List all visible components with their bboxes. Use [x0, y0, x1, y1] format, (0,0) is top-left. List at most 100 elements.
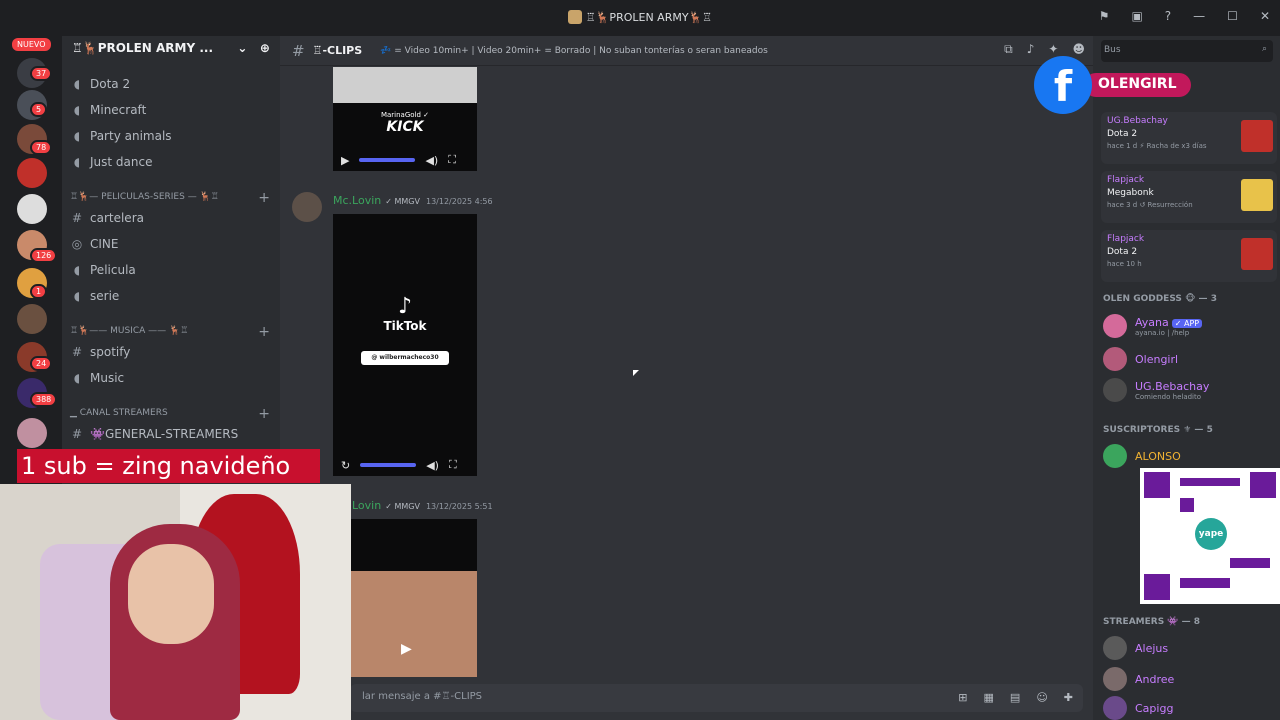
activity-card[interactable]: Flapjack Megabonk hace 3 d ↺ Resurrecció… — [1101, 171, 1277, 223]
mouse-cursor — [633, 370, 639, 376]
guild-header[interactable]: ♖🦌PROLEN ARMY ... ⌄ ⊕ — [62, 36, 280, 62]
message-input[interactable]: lar mensaje a #♖-CLIPS ⊞ ▦ ▤ ☺ ✚ — [350, 684, 1083, 712]
avatar — [1103, 636, 1127, 660]
video-attachment[interactable]: MarinaGold ✓ KICK ▶ ◀) ⛶ — [333, 67, 477, 171]
activity-card[interactable]: Flapjack Dota 2 hace 10 h — [1101, 230, 1277, 282]
chat-area: # ♖-CLIPS 💤 = Video 10min+ | Video 20min… — [280, 36, 1093, 720]
member-item[interactable]: Capigg — [1103, 696, 1173, 720]
qr-finder — [1144, 574, 1170, 600]
server-icon — [567, 10, 582, 24]
pin-icon[interactable]: ✦ — [1048, 42, 1058, 57]
member-item[interactable]: Ayana ✓ APP ayana.io | /help — [1103, 314, 1203, 338]
volume-bar[interactable] — [360, 463, 417, 467]
video-thumbnail — [333, 67, 477, 103]
category-musica[interactable]: ♖🦌—— MUSICA —— 🦌♖ + — [70, 324, 270, 340]
channel-topic[interactable]: 💤 = Video 10min+ | Video 20min+ = Borrad… — [380, 46, 768, 56]
member-list: Bus ⌕ UG.Bebachay Dota 2 hace 1 d ⚡ Racha… — [1093, 36, 1280, 720]
kick-logo: KICK — [386, 119, 424, 135]
channel-cine[interactable]: ◎ CINE — [70, 237, 119, 251]
emoji-icon[interactable]: ☺ — [1036, 691, 1047, 704]
channel-spotify[interactable]: # spotify — [70, 345, 130, 359]
channel-music[interactable]: ◖ Music — [70, 371, 124, 385]
channel-general-streamers[interactable]: # 👾GENERAL-STREAMERS — [70, 427, 238, 441]
fullscreen-icon[interactable]: ⛶ — [448, 153, 456, 167]
tiktok-icon: ♪ — [397, 294, 413, 319]
unread-badge: 388 — [30, 392, 58, 407]
category-peliculas[interactable]: ♖🦌— PELICULAS-SERIES — 🦌♖ + — [70, 190, 270, 206]
volume-bar[interactable] — [359, 158, 416, 162]
add-channel-icon[interactable]: + — [258, 190, 270, 206]
qr-finder — [1144, 472, 1170, 498]
window-title: ♖🦌PROLEN ARMY🦌♖ — [0, 10, 1280, 24]
add-channel-icon[interactable]: + — [258, 324, 270, 340]
avatar[interactable] — [292, 192, 322, 222]
author-name[interactable]: Mc.Lovin — [333, 194, 381, 207]
help-icon[interactable]: ? — [1165, 9, 1171, 23]
channel-header: # ♖-CLIPS 💤 = Video 10min+ | Video 20min… — [280, 36, 1093, 66]
unread-badge: 78 — [30, 140, 53, 155]
video-attachment[interactable]: ▶ — [351, 519, 477, 677]
activity-card[interactable]: UG.Bebachay Dota 2 hace 1 d ⚡ Racha de x… — [1101, 112, 1277, 164]
video-attachment[interactable]: ♪ TikTok @ wilbermacheco30 ↻ ◀) ⛶ — [333, 214, 477, 476]
new-badge: NUEVO — [12, 38, 51, 51]
member-item[interactable]: Andree — [1103, 667, 1174, 691]
close-button[interactable]: ✕ — [1260, 9, 1270, 23]
app-badge: ✓ APP — [1171, 318, 1203, 328]
channel-name: ♖-CLIPS — [312, 44, 363, 57]
timestamp: 13/12/2025 4:56 — [425, 197, 493, 206]
volume-icon[interactable]: ◀) — [426, 459, 439, 472]
gift-icon[interactable]: ⊞ — [958, 691, 967, 704]
voice-channel-party[interactable]: ◖ Party animals — [70, 129, 172, 143]
unread-badge: 24 — [30, 356, 53, 371]
add-channel-icon[interactable]: + — [258, 406, 270, 422]
replay-icon[interactable]: ↻ — [341, 459, 350, 472]
avatar — [1103, 696, 1127, 720]
sticker-icon[interactable]: ▤ — [1010, 691, 1020, 704]
speaker-icon: ◖ — [73, 371, 81, 385]
fullscreen-icon[interactable]: ⛶ — [449, 458, 457, 472]
qr-module — [1180, 498, 1194, 512]
video-thumbnail — [351, 571, 477, 677]
yape-qr-code: yape — [1140, 468, 1280, 604]
screen-icon[interactable]: ▣ — [1131, 9, 1142, 23]
avatar — [1103, 347, 1127, 371]
role-tag: ✓ MMGV — [385, 502, 420, 511]
server-icon-5[interactable] — [17, 194, 47, 224]
bell-icon[interactable]: ♪ — [1027, 42, 1035, 57]
voice-channel-minecraft[interactable]: ◖ Minecraft — [70, 103, 146, 117]
server-icon-11[interactable] — [17, 418, 47, 448]
apps-icon[interactable]: ✚ — [1064, 691, 1073, 704]
megabonk-icon — [1241, 179, 1273, 211]
speaker-icon: ◖ — [73, 77, 81, 91]
member-item[interactable]: ALONSO — [1103, 444, 1181, 468]
inbox-icon[interactable]: ⚑ — [1099, 9, 1110, 23]
author-name[interactable]: Lovin — [352, 499, 381, 512]
voice-channel-dota[interactable]: ◖ Dota 2 — [70, 77, 130, 91]
category-streamers[interactable]: ▁ CANAL STREAMERS + — [70, 406, 270, 422]
facebook-name: OLENGIRL — [1084, 73, 1191, 97]
member-item[interactable]: Olengirl — [1103, 347, 1178, 371]
gif-icon[interactable]: ▦ — [984, 691, 994, 704]
members-icon[interactable]: ☻ — [1072, 42, 1085, 57]
server-icon-8[interactable] — [17, 304, 47, 334]
server-icon-4[interactable] — [17, 158, 47, 188]
play-icon[interactable]: ▶ — [341, 154, 349, 167]
channel-cartelera[interactable]: # cartelera — [70, 211, 144, 225]
voice-channel-justdance[interactable]: ◖ Just dance — [70, 155, 153, 169]
volume-icon[interactable]: ◀) — [425, 154, 438, 167]
maximize-button[interactable]: ☐ — [1227, 9, 1238, 23]
channel-serie[interactable]: ◖ serie — [70, 289, 119, 303]
channel-pelicula[interactable]: ◖ Pelicula — [70, 263, 136, 277]
search-icon: ⌕ — [1261, 44, 1267, 54]
play-icon[interactable]: ▶ — [401, 641, 412, 657]
threads-icon[interactable]: ⧉ — [1004, 42, 1013, 57]
member-item[interactable]: UG.Bebachay Comiendo heladito — [1103, 378, 1209, 402]
speaker-icon: ◖ — [73, 263, 81, 277]
qr-module — [1180, 578, 1230, 588]
hash-icon: # — [71, 211, 83, 225]
yape-logo: yape — [1195, 518, 1227, 550]
webcam-overlay — [0, 484, 351, 720]
minimize-button[interactable]: — — [1193, 9, 1205, 23]
member-item[interactable]: Alejus — [1103, 636, 1168, 660]
speaker-icon: ◖ — [73, 289, 81, 303]
